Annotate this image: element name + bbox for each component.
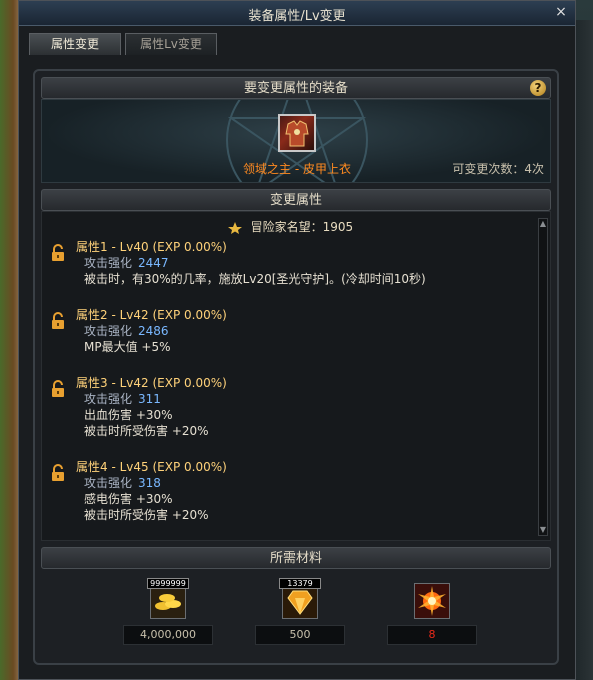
crystal-glyph-icon: [287, 590, 313, 615]
close-button[interactable]: ×: [553, 4, 569, 20]
attribute-item: 属性3 - Lv42 (EXP 0.00%) 攻击强化 311 出血伤害 +30%…: [50, 374, 530, 442]
gold-coins-icon: 9999999: [147, 578, 189, 619]
crystal-icon: 13379: [279, 578, 321, 619]
attribute-line: 被击时所受伤害 +20%: [84, 424, 209, 438]
attribute-label: 攻击强化: [84, 256, 133, 270]
attribute-line: 被击时所受伤害 +20%: [84, 508, 209, 522]
tab-attribute-lv-change[interactable]: 属性Lv变更: [125, 33, 217, 55]
attribute-title: 属性2 - Lv42 (EXP 0.00%): [76, 308, 227, 322]
scroll-down-icon[interactable]: ▼: [539, 525, 547, 535]
attribute-line: 攻击强化 318: [84, 474, 161, 491]
burst-glyph-icon: [418, 586, 446, 616]
materials-area: 9999999 4,000,000 13379 500 8: [41, 577, 551, 659]
burst-icon: [414, 583, 450, 619]
attribute-line: 攻击强化 2486: [84, 322, 169, 339]
main-panel: 要变更属性的装备 ? 领域之主 - 皮甲上衣 可变更次数：4次 变更属性 冒险家…: [33, 69, 559, 665]
attribute-label: 攻击强化: [84, 476, 133, 490]
unlock-icon[interactable]: [50, 464, 66, 482]
material-badge: 9999999: [147, 578, 189, 589]
equip-section-title: 要变更属性的装备: [243, 81, 348, 96]
fame-row: 冒险家名望：1905: [42, 218, 538, 235]
attribute-line: 被击时，有30%的几率，施放Lv20[圣光守护]。(冷却时间10秒): [84, 272, 426, 286]
attribute-line: 出血伤害 +30%: [84, 408, 173, 422]
attribute-item: 属性4 - Lv45 (EXP 0.00%) 攻击强化 318 感电伤害 +30%…: [50, 458, 530, 526]
attribute-item: 属性1 - Lv40 (EXP 0.00%) 攻击强化 2447 被击时，有30%…: [50, 238, 530, 298]
attribute-label: 攻击强化: [84, 392, 133, 406]
window-title: 装备属性/Lv变更: [248, 9, 346, 24]
materials-section-header: 所需材料: [41, 547, 551, 569]
attribute-line: 攻击强化 2447: [84, 254, 169, 271]
attribute-title: 属性3 - Lv42 (EXP 0.00%): [76, 376, 227, 390]
material-burst[interactable]: 8: [387, 583, 477, 645]
material-gold[interactable]: 9999999 4,000,000: [123, 578, 213, 645]
attribute-line: 攻击强化 311: [84, 390, 161, 407]
scroll-up-icon[interactable]: ▲: [539, 219, 547, 229]
material-badge: 13379: [279, 578, 321, 589]
window-titlebar[interactable]: 装备属性/Lv变更 ×: [19, 1, 575, 26]
attribute-value: 2486: [138, 324, 169, 338]
help-icon[interactable]: ?: [530, 80, 546, 96]
attribute-item: 属性2 - Lv42 (EXP 0.00%) 攻击强化 2486 MP最大值 +5…: [50, 306, 530, 358]
attribute-scrollbar[interactable]: ▲ ▼: [538, 218, 548, 536]
attr-section-header: 变更属性: [41, 189, 551, 211]
unlock-icon[interactable]: [50, 312, 66, 330]
equip-attribute-window: 装备属性/Lv变更 × 属性变更 属性Lv变更 要变更属性的装备 ? 领域之主 …: [18, 0, 576, 680]
armor-top-icon: [285, 120, 309, 147]
unlock-icon[interactable]: [50, 244, 66, 262]
attribute-value: 2447: [138, 256, 169, 270]
material-value: 500: [255, 625, 345, 645]
fame-label: 冒险家名望：1905: [250, 220, 354, 234]
gold-coins-glyph-icon: [155, 594, 181, 610]
attribute-value: 318: [138, 476, 161, 490]
attribute-title: 属性4 - Lv45 (EXP 0.00%): [76, 460, 227, 474]
attribute-title: 属性1 - Lv40 (EXP 0.00%): [76, 240, 227, 254]
equip-area: 领域之主 - 皮甲上衣 可变更次数：4次: [41, 99, 551, 183]
equipment-slot[interactable]: [278, 114, 316, 152]
material-crystal[interactable]: 13379 500: [255, 578, 345, 645]
fame-icon: [227, 221, 242, 234]
tab-attribute-change[interactable]: 属性变更: [29, 33, 121, 55]
unlock-icon[interactable]: [50, 380, 66, 398]
material-value: 4,000,000: [123, 625, 213, 645]
attribute-list: 冒险家名望：1905 属性1 - Lv40 (EXP 0.00%) 攻击强化 24…: [41, 211, 551, 541]
attribute-label: 攻击强化: [84, 324, 133, 338]
equip-section-header: 要变更属性的装备 ?: [41, 77, 551, 99]
change-count: 可变更次数：4次: [452, 162, 544, 176]
attribute-line: 感电伤害 +30%: [84, 492, 173, 506]
attribute-line: MP最大值 +5%: [84, 340, 171, 354]
material-value: 8: [387, 625, 477, 645]
attribute-value: 311: [138, 392, 161, 406]
